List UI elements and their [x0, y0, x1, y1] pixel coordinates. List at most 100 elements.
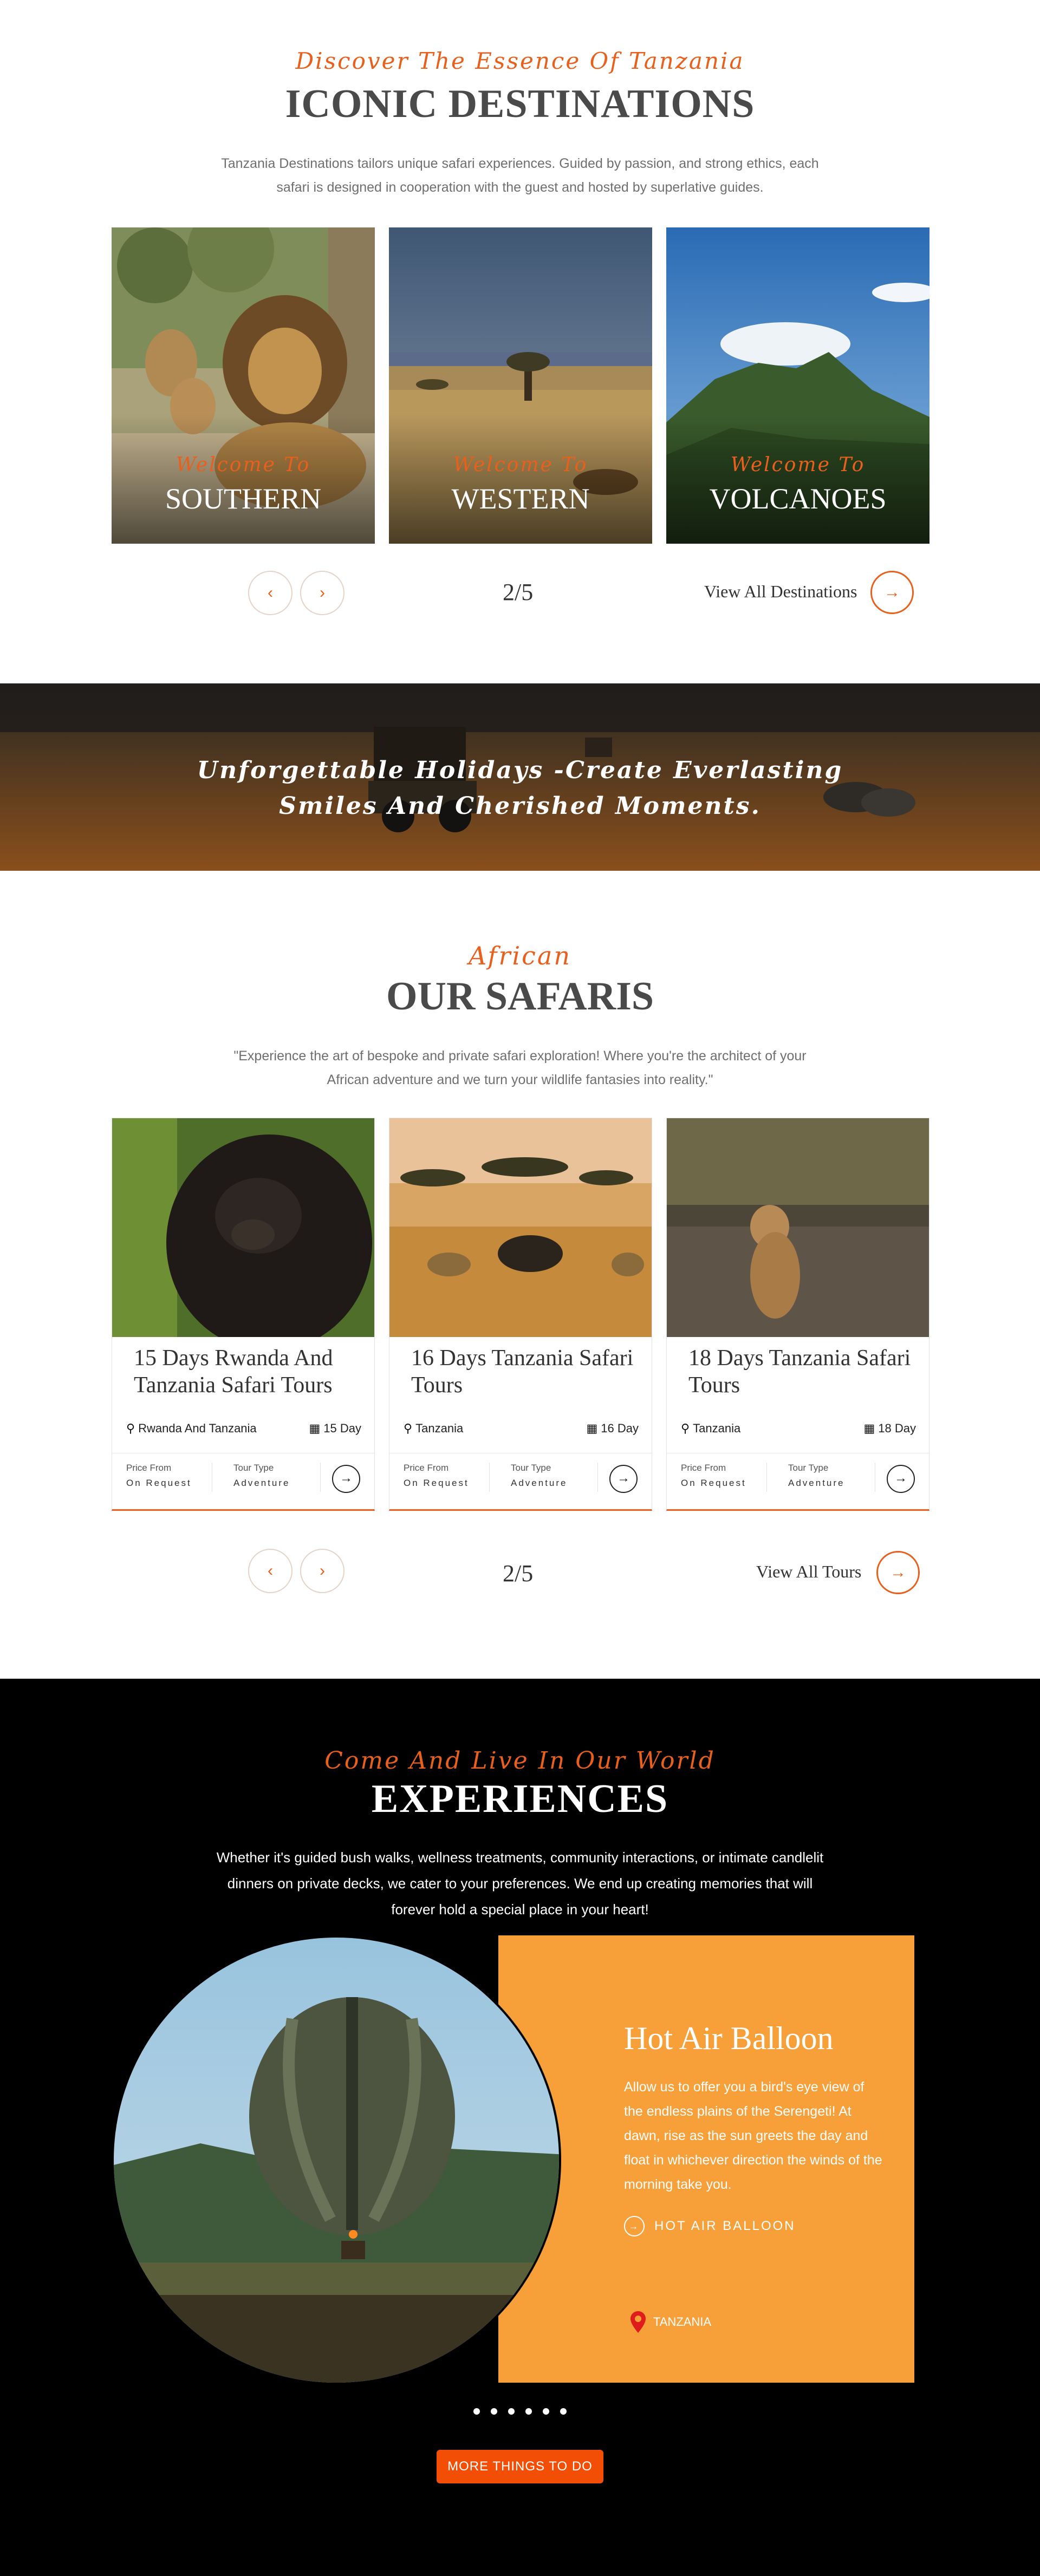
- carousel-dot[interactable]: [491, 2408, 497, 2415]
- destination-card-western[interactable]: Welcome To WESTERN: [389, 227, 652, 544]
- tour-arrow-icon[interactable]: →: [609, 1465, 638, 1493]
- banner-text: Unforgettable Holidays -Create Everlasti…: [197, 757, 843, 820]
- card-name: WESTERN: [451, 482, 590, 515]
- carousel-dot[interactable]: [560, 2408, 567, 2415]
- more-things-to-do-button[interactable]: MORE THINGS TO DO: [437, 2450, 603, 2483]
- card-shade: [389, 414, 652, 544]
- tour-location: Tanzania: [415, 1421, 464, 1435]
- safaris-next-button[interactable]: ›: [300, 1549, 344, 1593]
- price-label: Price From: [126, 1463, 172, 1473]
- map-pin-icon: [630, 2311, 646, 2333]
- safaris-pager: 2/5: [503, 1560, 534, 1587]
- card-shade: [112, 414, 375, 544]
- experience-title: Hot Air Balloon: [624, 2020, 834, 2056]
- tour-duration: 18 Day: [878, 1421, 916, 1435]
- view-all-tours-arrow-icon[interactable]: →: [876, 1551, 920, 1594]
- calendar-icon: ▦: [863, 1421, 875, 1435]
- tour-type-label: Tour Type: [511, 1463, 551, 1473]
- safaris-heading: OUR SAFARIS: [386, 974, 654, 1019]
- column-separator: [489, 1463, 490, 1492]
- safaris-prev-button[interactable]: ‹: [248, 1549, 292, 1593]
- destinations-pager: 2/5: [503, 579, 534, 605]
- price-label: Price From: [404, 1463, 449, 1473]
- calendar-icon: ▦: [586, 1421, 598, 1435]
- experiences-heading: EXPERIENCES: [371, 1777, 669, 1821]
- tour-type-label: Tour Type: [788, 1463, 829, 1473]
- tour-meta: ⚲ Tanzania ▦ 18 Day: [681, 1421, 916, 1436]
- tour-arrow-icon[interactable]: →: [332, 1465, 360, 1493]
- tour-photo: [112, 1118, 374, 1337]
- type-column: Tour Type Adventure: [233, 1463, 290, 1489]
- tour-card[interactable]: 16 Days Tanzania Safari Tours ⚲ Tanzania …: [389, 1118, 652, 1511]
- safaris-section: African OUR SAFARIS "Experience the art …: [0, 871, 1040, 1679]
- card-welcome: Welcome To: [730, 454, 866, 476]
- type-column: Tour Type Adventure: [788, 1463, 845, 1489]
- calendar-icon: ▦: [309, 1421, 321, 1435]
- carousel-dot[interactable]: [508, 2408, 515, 2415]
- column-separator: [320, 1463, 321, 1492]
- column-separator: [766, 1463, 767, 1492]
- experience-link-label: HOT AIR BALLOON: [654, 2219, 796, 2233]
- price-value: On Request: [126, 1478, 192, 1488]
- price-value: On Request: [404, 1478, 469, 1488]
- tour-type-label: Tour Type: [233, 1463, 274, 1473]
- tour-location: Rwanda And Tanzania: [138, 1421, 257, 1435]
- destination-card-southern[interactable]: Welcome To SOUTHERN: [112, 227, 375, 544]
- view-all-destinations-link[interactable]: View All Destinations: [704, 582, 857, 602]
- carousel-dot[interactable]: [525, 2408, 532, 2415]
- tour-meta: ⚲ Tanzania ▦ 16 Day: [404, 1421, 639, 1436]
- price-column: Price From On Request: [404, 1463, 469, 1489]
- tour-meta: ⚲ Rwanda And Tanzania ▦ 15 Day: [126, 1421, 361, 1436]
- destination-card-volcanoes[interactable]: Welcome To VOLCANOES: [666, 227, 929, 544]
- experience-location: TANZANIA: [630, 2311, 711, 2333]
- destinations-next-button[interactable]: ›: [300, 571, 344, 615]
- card-welcome: Welcome To: [453, 454, 588, 476]
- carousel-dot[interactable]: [473, 2408, 480, 2415]
- carousel-dot[interactable]: [543, 2408, 549, 2415]
- carousel-dots: [0, 2408, 1040, 2417]
- tour-card[interactable]: 18 Days Tanzania Safari Tours ⚲ Tanzania …: [666, 1118, 929, 1511]
- tour-type-value: Adventure: [511, 1478, 568, 1488]
- price-label: Price From: [681, 1463, 726, 1473]
- safaris-kicker: African: [469, 941, 571, 970]
- tour-title[interactable]: 16 Days Tanzania Safari Tours: [411, 1345, 639, 1399]
- destinations-heading: ICONIC DESTINATIONS: [285, 82, 755, 126]
- price-column: Price From On Request: [126, 1463, 192, 1489]
- location-pin-icon: ⚲: [404, 1421, 413, 1435]
- tour-title[interactable]: 15 Days Rwanda And Tanzania Safari Tours: [134, 1345, 361, 1399]
- card-name: VOLCANOES: [709, 482, 887, 515]
- destinations-kicker: Discover The Essence Of Tanzania: [295, 48, 745, 74]
- destinations-intro: Tanzania Destinations tailors unique saf…: [221, 156, 819, 195]
- tour-title[interactable]: 18 Days Tanzania Safari Tours: [688, 1345, 916, 1399]
- location-pin-icon: ⚲: [681, 1421, 690, 1435]
- tour-photo: [667, 1118, 929, 1337]
- tour-card[interactable]: 15 Days Rwanda And Tanzania Safari Tours…: [112, 1118, 375, 1511]
- experience-description: Allow us to offer you a bird's eye view …: [624, 2079, 882, 2192]
- column-separator: [597, 1463, 598, 1492]
- experience-photo: [114, 1938, 559, 2383]
- safaris-intro: "Experience the art of bespoke and priva…: [233, 1048, 807, 1087]
- experiences-kicker: Come And Live In Our World: [324, 1747, 716, 1775]
- tour-arrow-icon[interactable]: →: [887, 1465, 915, 1493]
- price-value: On Request: [681, 1478, 746, 1488]
- tour-duration: 16 Day: [601, 1421, 639, 1435]
- card-name: SOUTHERN: [165, 482, 321, 515]
- gorilla-image: [112, 1118, 374, 1337]
- experience-link[interactable]: → HOT AIR BALLOON: [624, 2216, 796, 2236]
- view-all-tours-link[interactable]: View All Tours: [756, 1562, 861, 1582]
- view-all-destinations-arrow-icon[interactable]: →: [870, 571, 914, 614]
- price-column: Price From On Request: [681, 1463, 746, 1489]
- tour-type-value: Adventure: [233, 1478, 290, 1488]
- destinations-section: Discover The Essence Of Tanzania ICONIC …: [0, 0, 1040, 683]
- experiences-intro: Whether it's guided bush walks, wellness…: [216, 1849, 824, 1918]
- tour-type-value: Adventure: [788, 1478, 845, 1488]
- tour-location: Tanzania: [693, 1421, 741, 1435]
- type-column: Tour Type Adventure: [511, 1463, 568, 1489]
- lioness-image: [667, 1118, 929, 1337]
- destinations-prev-button[interactable]: ‹: [248, 571, 292, 615]
- experience-location-label: TANZANIA: [653, 2315, 712, 2329]
- hot-air-balloon-image: [114, 1938, 559, 2383]
- location-pin-icon: ⚲: [126, 1421, 135, 1435]
- arrow-right-icon: →: [624, 2216, 645, 2236]
- holiday-banner: Unforgettable Holidays -Create Everlasti…: [0, 683, 1040, 871]
